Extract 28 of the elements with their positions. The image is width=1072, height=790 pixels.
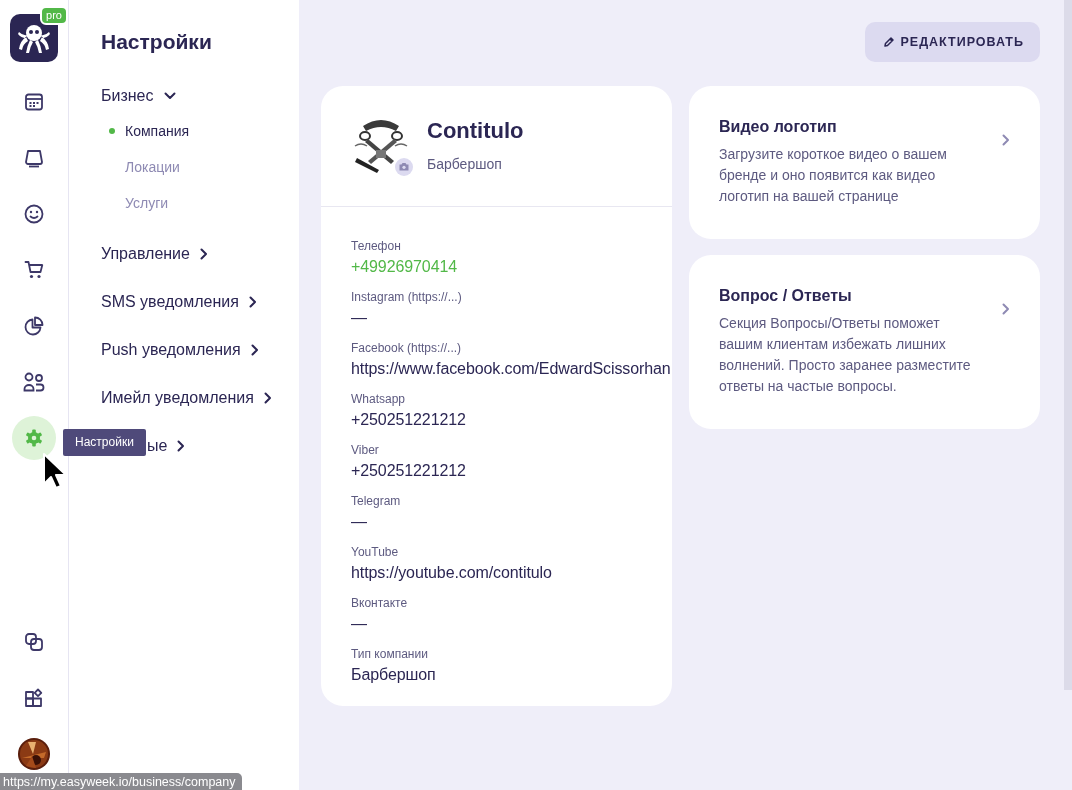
field-label: YouTube <box>351 545 400 559</box>
feature-title: Вопрос / Ответы <box>719 287 853 305</box>
settings-title: Настройки <box>101 30 213 54</box>
field-label: Viber <box>351 443 380 457</box>
feature-description: Секция Вопросы/Ответы поможет вашим клиентам избежать лишних волнений. Просто заранее разместите ответы на частые вопросы. <box>719 314 972 396</box>
field-value: +250251221212 <box>351 411 466 429</box>
tooltip: Настройки <box>63 429 146 456</box>
company-type: Барбершоп <box>427 156 503 172</box>
field-label: Whatsapp <box>351 392 407 406</box>
field-label: Telegram <box>351 494 402 508</box>
company-name: Contitulo <box>427 118 524 144</box>
field-label: Телефон <box>351 239 402 253</box>
field-label: Instagram (https://...) <box>351 290 463 304</box>
field-label: Facebook (https://...) <box>351 341 463 355</box>
field-value: — <box>351 615 367 633</box>
field-value: — <box>351 513 367 531</box>
field-value: Барбершоп <box>351 666 436 684</box>
field-value: https://www.facebook.com/EdwardScissorhan <box>351 360 671 378</box>
feature-description: Загрузите короткое видео о вашем бренде и оно появится как видео логотип на вашей странице <box>719 145 948 206</box>
field-value: — <box>351 309 367 327</box>
status-url: https://my.easyweek.io/business/company <box>0 773 242 790</box>
pro-badge: pro <box>40 6 68 25</box>
field-label: Вконтакте <box>351 596 409 610</box>
feature-title: Видео логотип <box>719 118 838 136</box>
field-value: https://youtube.com/contitulo <box>351 564 552 582</box>
field-value: +250251221212 <box>351 462 466 480</box>
field-label: Тип компании <box>351 647 429 661</box>
field-value: +49926970414 <box>351 258 458 276</box>
